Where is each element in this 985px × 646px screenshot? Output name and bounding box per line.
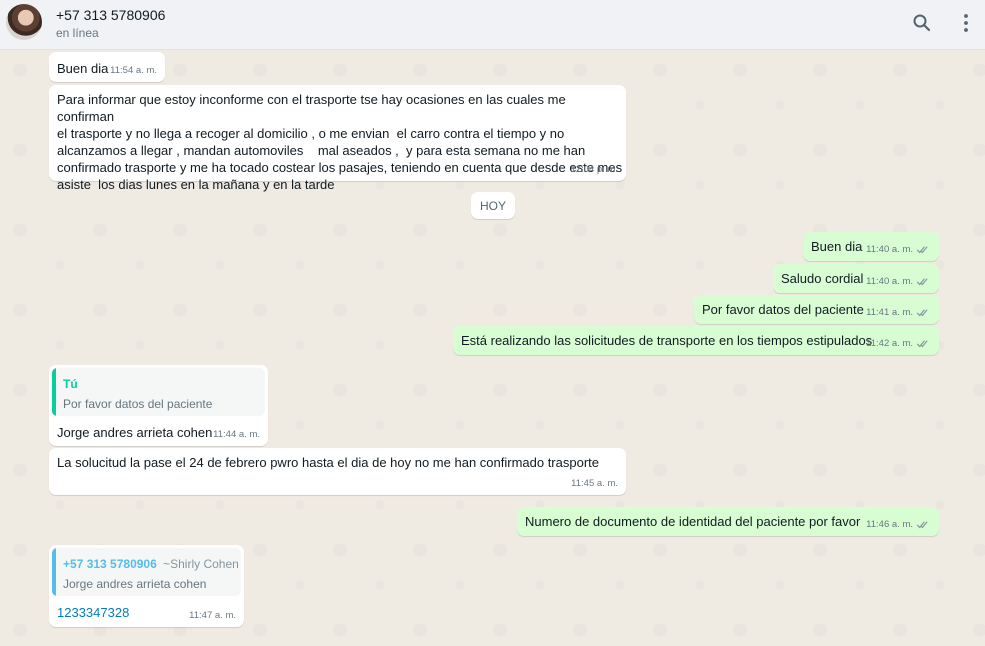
contact-status: en línea xyxy=(56,26,99,40)
message-text: Jorge andres arrieta cohen xyxy=(57,425,213,440)
message-time: 11:42 a. m. xyxy=(866,338,913,349)
message-text: La solucitud la pase el 24 de febrero pw… xyxy=(57,455,600,470)
search-icon[interactable] xyxy=(910,11,934,35)
double-check-icon xyxy=(916,278,928,286)
message-time: 12:04 p. m. xyxy=(570,164,618,175)
contact-avatar[interactable] xyxy=(6,4,42,40)
phone-number-link[interactable]: 1233347328 xyxy=(57,604,129,621)
message-text: Buen dia xyxy=(811,239,863,254)
quote-bar xyxy=(52,368,56,416)
message-bubble-outgoing[interactable]: Numero de documento de identidad del pac… xyxy=(517,507,939,536)
quote-author-alias: ~Shirly Cohen xyxy=(163,557,239,571)
message-text: Numero de documento de identidad del pac… xyxy=(525,514,861,529)
date-divider: HOY xyxy=(471,192,515,219)
message-meta: 11:54 a. m. xyxy=(110,62,157,79)
message-bubble-incoming[interactable]: Tú Por favor datos del paciente Jorge an… xyxy=(49,365,268,446)
message-time: 11:46 a. m. xyxy=(866,519,913,530)
message-text: Por favor datos del paciente xyxy=(702,302,864,317)
message-text: Está realizando las solicitudes de trans… xyxy=(461,333,873,348)
quote-author: +57 313 5780906 ~Shirly Cohen xyxy=(63,556,239,573)
contact-name[interactable]: +57 313 5780906 xyxy=(56,7,165,23)
message-bubble-incoming[interactable]: La solucitud la pase el 24 de febrero pw… xyxy=(49,448,626,495)
quote-bar xyxy=(52,548,56,596)
message-bubble-outgoing[interactable]: Por favor datos del paciente 11:41 a. m. xyxy=(694,295,939,324)
quote-text: Por favor datos del paciente xyxy=(63,397,213,411)
quoted-message[interactable]: +57 313 5780906 ~Shirly Cohen Jorge andr… xyxy=(52,548,241,596)
message-text: Buen dia xyxy=(57,61,109,76)
message-time: 11:45 a. m. xyxy=(571,478,618,489)
message-time: 11:47 a. m. xyxy=(189,610,236,621)
message-bubble-incoming[interactable]: +57 313 5780906 ~Shirly Cohen Jorge andr… xyxy=(49,545,244,627)
message-list[interactable]: Buen dia 11:54 a. m. Para informar que e… xyxy=(0,50,985,646)
double-check-icon xyxy=(916,309,928,317)
quote-author: Tú xyxy=(63,377,78,391)
chat-header: +57 313 5780906 en línea xyxy=(0,0,985,50)
message-time: 11:40 a. m. xyxy=(866,276,913,287)
message-meta: 11:47 a. m. xyxy=(189,607,236,624)
double-check-icon xyxy=(916,340,928,348)
double-check-icon xyxy=(916,246,928,254)
message-meta: 12:04 p. m. xyxy=(570,161,618,178)
message-meta: 11:40 a. m. xyxy=(866,241,931,258)
message-text: Saludo cordial xyxy=(781,271,864,286)
message-bubble-outgoing[interactable]: Buen dia 11:40 a. m. xyxy=(803,232,939,261)
message-meta: 11:41 a. m. xyxy=(866,304,931,321)
message-meta: 11:40 a. m. xyxy=(866,273,931,290)
message-meta: 11:45 a. m. xyxy=(571,475,618,492)
message-bubble-outgoing[interactable]: Saludo cordial 11:40 a. m. xyxy=(773,264,939,293)
message-text: Para informar que estoy inconforme con e… xyxy=(57,92,623,192)
message-time: 11:54 a. m. xyxy=(110,65,157,76)
message-meta: 11:44 a. m. xyxy=(213,426,260,443)
message-bubble-incoming[interactable]: Para informar que estoy inconforme con e… xyxy=(49,85,626,192)
double-check-icon xyxy=(916,521,928,529)
message-bubble-incoming[interactable]: Buen dia 11:54 a. m. xyxy=(49,52,165,82)
quote-author-number: +57 313 5780906 xyxy=(63,557,157,571)
quoted-message[interactable]: Tú Por favor datos del paciente xyxy=(52,368,265,416)
message-meta: 11:46 a. m. xyxy=(866,516,931,533)
message-meta: 11:42 a. m. xyxy=(866,335,931,352)
message-time: 11:44 a. m. xyxy=(213,429,260,440)
message-bubble-outgoing[interactable]: Está realizando las solicitudes de trans… xyxy=(453,326,939,355)
quote-text: Jorge andres arrieta cohen xyxy=(63,577,207,591)
menu-dots-icon[interactable] xyxy=(954,11,978,35)
message-time: 11:41 a. m. xyxy=(866,307,913,318)
message-time: 11:40 a. m. xyxy=(866,244,913,255)
